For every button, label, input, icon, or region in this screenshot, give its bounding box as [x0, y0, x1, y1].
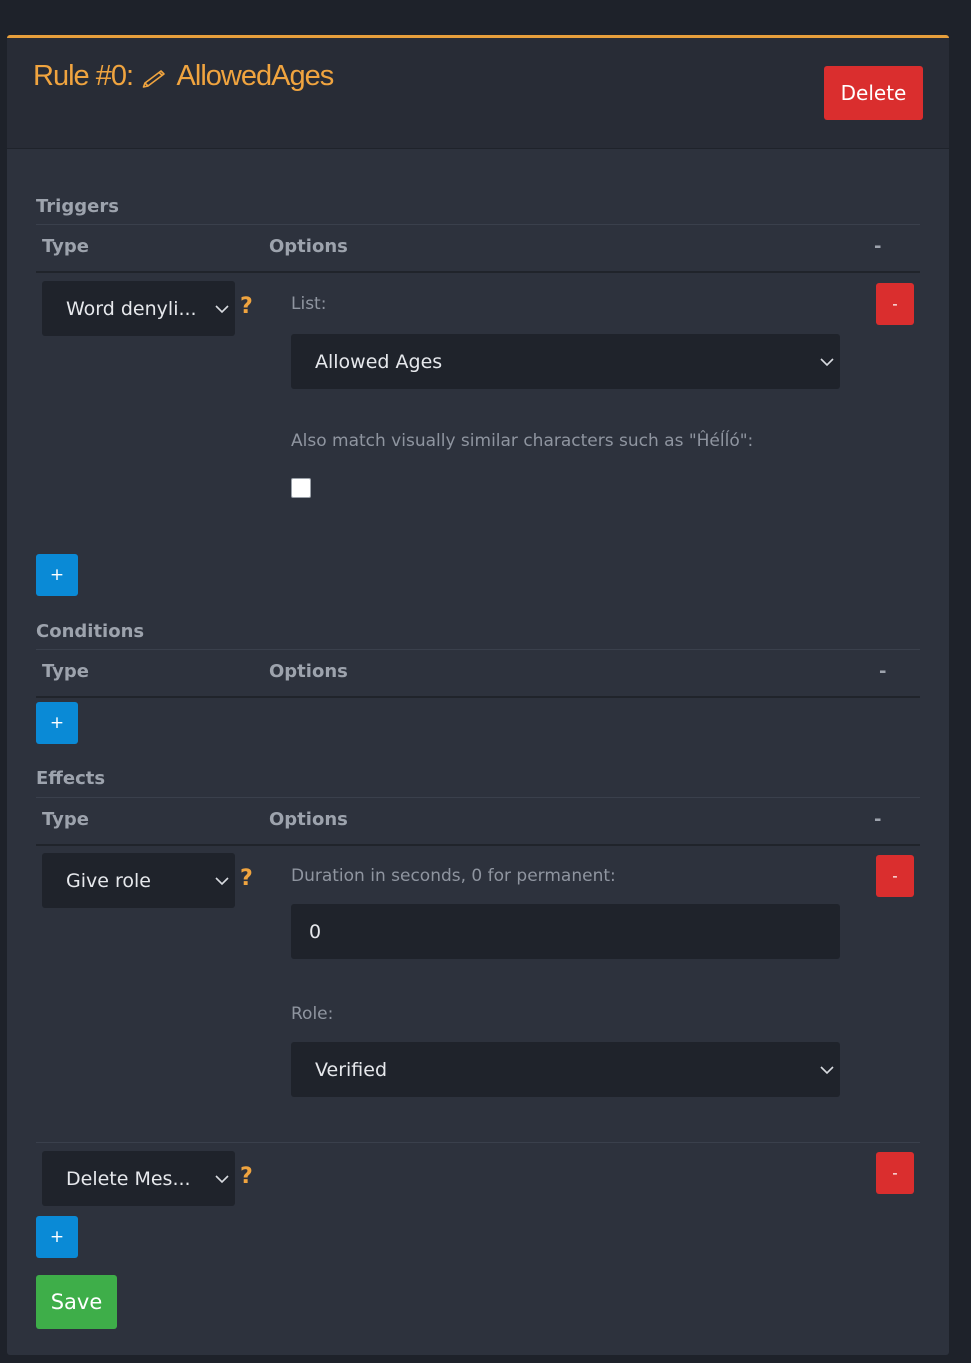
effects-divider: [36, 797, 920, 798]
trigger-list-value: Allowed Ages: [315, 350, 443, 373]
chevron-down-icon: [820, 358, 834, 367]
triggers-type-header: Type: [42, 236, 89, 257]
help-icon[interactable]: ?: [240, 866, 253, 891]
similar-chars-label: Also match visually similar characters s…: [291, 431, 754, 451]
rule-name[interactable]: AllowedAges: [177, 60, 335, 92]
save-button[interactable]: Save: [36, 1275, 117, 1329]
add-effect-button[interactable]: +: [36, 1216, 78, 1258]
effect-type-value: Give role: [66, 869, 151, 892]
delete-rule-button[interactable]: Delete: [824, 66, 923, 120]
help-icon[interactable]: ?: [240, 294, 253, 319]
role-value: Verified: [315, 1058, 388, 1081]
duration-value: 0: [309, 920, 322, 943]
conditions-type-header: Type: [42, 661, 89, 682]
trigger-type-value: Word denyli...: [66, 297, 197, 320]
effects-header-divider: [36, 844, 920, 846]
rule-card: Rule #0: AllowedAges Delete Triggers Typ…: [7, 35, 949, 1355]
help-icon[interactable]: ?: [240, 1164, 253, 1189]
trigger-type-select[interactable]: Word denyli...: [42, 281, 235, 336]
remove-trigger-button[interactable]: -: [876, 283, 914, 325]
triggers-header-divider: [36, 271, 920, 273]
remove-effect-button-2[interactable]: -: [876, 1152, 914, 1194]
rule-header: Rule #0: AllowedAges Delete: [7, 38, 949, 149]
trigger-list-label: List:: [291, 294, 327, 314]
conditions-remove-header: -: [879, 661, 887, 682]
chevron-down-icon: [215, 305, 229, 314]
chevron-down-icon: [215, 1175, 229, 1184]
triggers-section-label: Triggers: [36, 196, 119, 217]
effect-type-value-2: Delete Mes...: [66, 1167, 191, 1190]
effects-type-header: Type: [42, 809, 89, 830]
effect-type-select[interactable]: Give role: [42, 853, 235, 908]
triggers-remove-header: -: [874, 236, 882, 257]
similar-chars-checkbox[interactable]: [291, 478, 311, 498]
add-condition-button[interactable]: +: [36, 702, 78, 744]
chevron-down-icon: [820, 1066, 834, 1075]
effects-options-header: Options: [269, 809, 348, 830]
rule-title: Rule #0: AllowedAges: [33, 60, 335, 93]
conditions-header-divider: [36, 696, 920, 698]
conditions-options-header: Options: [269, 661, 348, 682]
triggers-options-header: Options: [269, 236, 348, 257]
add-trigger-button[interactable]: +: [36, 554, 78, 596]
role-label: Role:: [291, 1004, 334, 1024]
conditions-section-label: Conditions: [36, 621, 145, 642]
remove-effect-button[interactable]: -: [876, 855, 914, 897]
chevron-down-icon: [215, 877, 229, 886]
pencil-icon[interactable]: [140, 60, 176, 92]
effects-remove-header: -: [874, 809, 882, 830]
role-select[interactable]: Verified: [291, 1042, 840, 1097]
rule-title-prefix: Rule #0:: [33, 60, 134, 92]
duration-input[interactable]: 0: [291, 904, 840, 959]
conditions-divider: [36, 649, 920, 650]
effect-row-divider: [36, 1142, 920, 1143]
triggers-divider: [36, 224, 920, 225]
effect-type-select-2[interactable]: Delete Mes...: [42, 1151, 235, 1206]
effects-section-label: Effects: [36, 768, 106, 789]
duration-label: Duration in seconds, 0 for permanent:: [291, 866, 616, 886]
trigger-list-select[interactable]: Allowed Ages: [291, 334, 840, 389]
